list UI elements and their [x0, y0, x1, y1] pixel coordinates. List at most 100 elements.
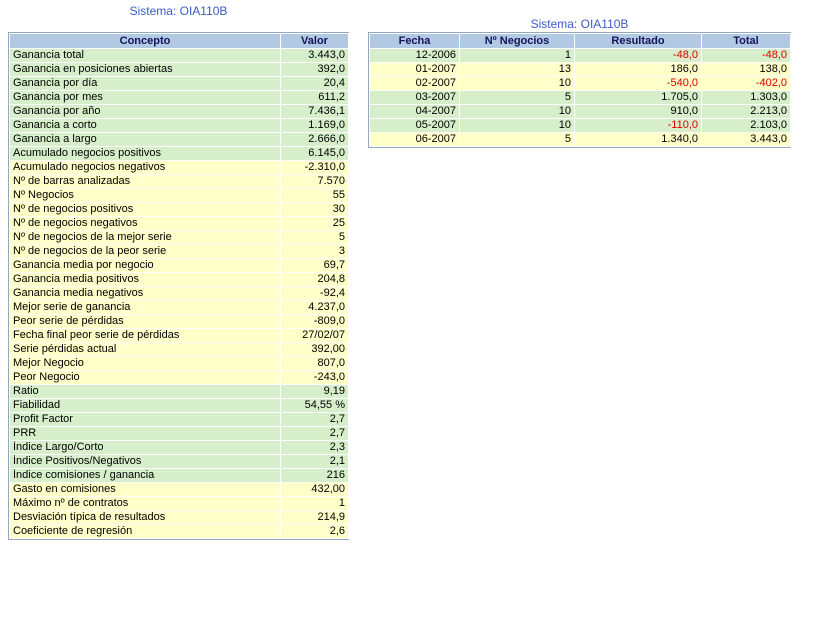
- stats-row: Ganancia a corto1.169,0: [10, 119, 349, 133]
- stats-row: Mejor serie de ganancia4.237,0: [10, 301, 349, 315]
- stats-row: Nº de negocios negativos25: [10, 217, 349, 231]
- concept-cell: Coeficiente de regresión: [10, 525, 281, 539]
- value-cell: 3: [281, 245, 349, 259]
- monthly-row: 05-200710-110,02.103,0: [370, 119, 791, 133]
- fecha-cell: 03-2007: [370, 91, 460, 105]
- concept-cell: Nº de negocios de la peor serie: [10, 245, 281, 259]
- concept-cell: Ganancia a corto: [10, 119, 281, 133]
- stats-row: Nº de negocios de la mejor serie5: [10, 231, 349, 245]
- value-cell: 214,9: [281, 511, 349, 525]
- concept-cell: Ganancia media positivos: [10, 273, 281, 287]
- stats-row: Ganancia por año7.436,1: [10, 105, 349, 119]
- concept-cell: Índice Positivos/Negativos: [10, 455, 281, 469]
- monthly-row: 12-20061-48,0-48,0: [370, 49, 791, 63]
- stats-row: Nº Negocios55: [10, 189, 349, 203]
- stats-row: Coeficiente de regresión2,6: [10, 525, 349, 539]
- left-system-title: Sistema: OIA110B: [8, 4, 349, 18]
- monthly-table-body: 12-20061-48,0-48,001-200713186,0138,002-…: [370, 49, 791, 147]
- monthly-row: 02-200710-540,0-402,0: [370, 77, 791, 91]
- value-cell: 204,8: [281, 273, 349, 287]
- value-cell: 392,00: [281, 343, 349, 357]
- system-value: OIA110B: [581, 17, 629, 31]
- concept-cell: Índice Largo/Corto: [10, 441, 281, 455]
- col-header-negocios: Nº Negocios: [460, 34, 575, 49]
- value-cell: 1: [281, 497, 349, 511]
- value-cell: 2.666,0: [281, 133, 349, 147]
- negocios-cell: 1: [460, 49, 575, 63]
- value-cell: -809,0: [281, 315, 349, 329]
- concept-cell: Nº de negocios negativos: [10, 217, 281, 231]
- negocios-cell: 5: [460, 91, 575, 105]
- value-cell: 7.436,1: [281, 105, 349, 119]
- value-cell: 807,0: [281, 357, 349, 371]
- concept-cell: Profit Factor: [10, 413, 281, 427]
- stats-row: Índice comisiones / ganancia216: [10, 469, 349, 483]
- concept-cell: Nº de barras analizadas: [10, 175, 281, 189]
- left-stats-panel: Sistema: OIA110B Concepto Valor Ganancia…: [8, 0, 349, 540]
- stats-row: Gasto en comisiones432,00: [10, 483, 349, 497]
- fecha-cell: 12-2006: [370, 49, 460, 63]
- total-cell: -402,0: [702, 77, 791, 91]
- concept-cell: PRR: [10, 427, 281, 441]
- concept-cell: Nº de negocios de la mejor serie: [10, 231, 281, 245]
- stats-row: Nº de negocios de la peor serie3: [10, 245, 349, 259]
- negocios-cell: 10: [460, 105, 575, 119]
- total-cell: 2.103,0: [702, 119, 791, 133]
- monthly-row: 03-200751.705,01.303,0: [370, 91, 791, 105]
- stats-row: Ganancia por día20,4: [10, 77, 349, 91]
- negocios-cell: 10: [460, 119, 575, 133]
- col-header-total: Total: [702, 34, 791, 49]
- system-label: Sistema:: [130, 4, 177, 18]
- fecha-cell: 01-2007: [370, 63, 460, 77]
- col-header-concepto: Concepto: [10, 34, 281, 49]
- stats-row: Ganancia en posiciones abiertas392,0: [10, 63, 349, 77]
- monthly-header-row: Fecha Nº Negocios Resultado Total: [370, 34, 791, 49]
- value-cell: 2,3: [281, 441, 349, 455]
- value-cell: 5: [281, 231, 349, 245]
- stats-row: Mejor Negocio807,0: [10, 357, 349, 371]
- value-cell: 20,4: [281, 77, 349, 91]
- value-cell: -243,0: [281, 371, 349, 385]
- stats-table-body: Ganancia total3.443,0Ganancia en posicio…: [10, 49, 349, 539]
- system-value: OIA110B: [180, 4, 228, 18]
- right-monthly-panel: Sistema: OIA110B Fecha Nº Negocios Resul…: [368, 0, 791, 148]
- negocios-cell: 13: [460, 63, 575, 77]
- resultado-cell: -540,0: [575, 77, 702, 91]
- concept-cell: Nº de negocios positivos: [10, 203, 281, 217]
- monthly-row: 01-200713186,0138,0: [370, 63, 791, 77]
- total-cell: 2.213,0: [702, 105, 791, 119]
- monthly-row: 06-200751.340,03.443,0: [370, 133, 791, 147]
- value-cell: 4.237,0: [281, 301, 349, 315]
- fecha-cell: 06-2007: [370, 133, 460, 147]
- concept-cell: Ganancia por mes: [10, 91, 281, 105]
- resultado-cell: 910,0: [575, 105, 702, 119]
- stats-row: Ganancia total3.443,0: [10, 49, 349, 63]
- value-cell: 27/02/07: [281, 329, 349, 343]
- stats-row: Índice Positivos/Negativos2,1: [10, 455, 349, 469]
- stats-row: Índice Largo/Corto2,3: [10, 441, 349, 455]
- stats-table: Concepto Valor Ganancia total3.443,0Gana…: [9, 33, 349, 539]
- concept-cell: Serie pérdidas actual: [10, 343, 281, 357]
- concept-cell: Mejor serie de ganancia: [10, 301, 281, 315]
- monthly-table: Fecha Nº Negocios Resultado Total 12-200…: [369, 33, 791, 147]
- concept-cell: Peor Negocio: [10, 371, 281, 385]
- col-header-fecha: Fecha: [370, 34, 460, 49]
- negocios-cell: 10: [460, 77, 575, 91]
- stats-row: Peor Negocio-243,0: [10, 371, 349, 385]
- stats-row: Ganancia media positivos204,8: [10, 273, 349, 287]
- stats-row: Acumulado negocios positivos6.145,0: [10, 147, 349, 161]
- concept-cell: Acumulado negocios positivos: [10, 147, 281, 161]
- stats-row: Fiabilidad54,55 %: [10, 399, 349, 413]
- col-header-resultado: Resultado: [575, 34, 702, 49]
- value-cell: 30: [281, 203, 349, 217]
- value-cell: 7.570: [281, 175, 349, 189]
- stats-row: Serie pérdidas actual392,00: [10, 343, 349, 357]
- stats-row: Acumulado negocios negativos-2.310,0: [10, 161, 349, 175]
- concept-cell: Fiabilidad: [10, 399, 281, 413]
- value-cell: 54,55 %: [281, 399, 349, 413]
- negocios-cell: 5: [460, 133, 575, 147]
- stats-row: Máximo nº de contratos1: [10, 497, 349, 511]
- concept-cell: Nº Negocios: [10, 189, 281, 203]
- monthly-table-wrap: Fecha Nº Negocios Resultado Total 12-200…: [368, 32, 791, 148]
- stats-header-row: Concepto Valor: [10, 34, 349, 49]
